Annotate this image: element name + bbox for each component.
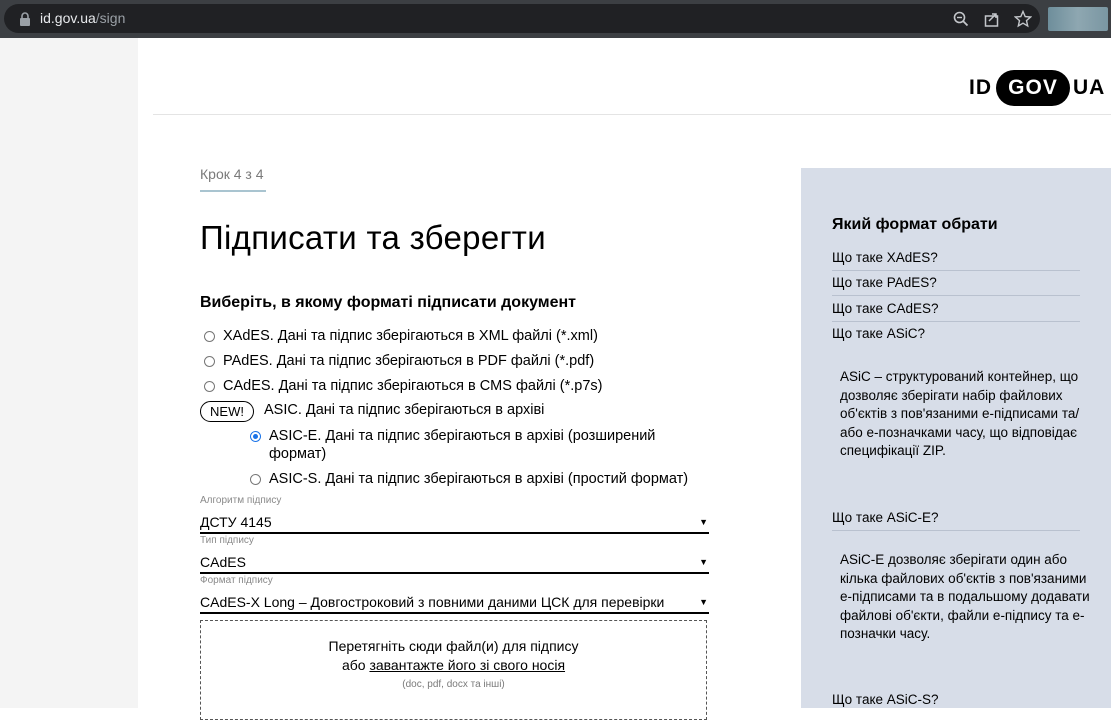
link-what-is-cades[interactable]: Що таке CAdES? (832, 301, 1080, 322)
algorithm-select[interactable]: ДСТУ 4145 ▼ (200, 512, 709, 534)
type-label: Тип підпису (200, 535, 254, 546)
step-indicator: Крок 4 з 4 (200, 166, 264, 182)
link-what-is-asic[interactable]: Що таке ASiC? (832, 326, 1080, 346)
option-asic-e[interactable]: ASIC-E. Дані та підпис зберігаються в ар… (250, 427, 670, 463)
option-asic-e-label: ASIC-E. Дані та підпис зберігаються в ар… (269, 428, 656, 462)
logo-ua-text: UA (1073, 76, 1106, 99)
dropzone-file-types-hint: (doc, pdf, docx та інші) (402, 679, 505, 690)
dropdown-arrow-icon: ▼ (699, 517, 708, 527)
dropdown-arrow-icon: ▼ (699, 557, 708, 567)
lock-icon[interactable] (19, 12, 31, 26)
link-what-is-pades[interactable]: Що таке PAdES? (832, 275, 1080, 296)
upload-from-device-link[interactable]: завантажте його зі свого носія (369, 657, 565, 673)
algorithm-value: ДСТУ 4145 (200, 514, 272, 530)
option-asic-s[interactable]: ASIC-S. Дані та підпис зберігаються в ар… (250, 470, 688, 488)
page-title: Підписати та зберегти (200, 219, 546, 256)
url-path: /sign (95, 10, 126, 26)
option-asic-s-label: ASIC-S. Дані та підпис зберігаються в ар… (269, 471, 689, 487)
option-cades[interactable]: CAdES. Дані та підпис зберігаються в CMS… (204, 377, 602, 395)
format-help-panel: Який формат обрати Що таке XAdES? Що так… (801, 168, 1111, 708)
url-host: id.gov.ua (40, 10, 96, 26)
option-xades-label: XAdES. Дані та підпис зберігаються в XML… (223, 328, 598, 344)
radio-xades[interactable] (204, 331, 215, 342)
option-xades[interactable]: XAdES. Дані та підпис зберігаються в XML… (204, 327, 598, 345)
file-dropzone[interactable]: Перетягніть сюди файл(и) для підпису або… (200, 620, 707, 720)
format-question: Виберіть, в якому форматі підписати доку… (200, 294, 577, 311)
option-cades-label: CAdES. Дані та підпис зберігаються в CMS… (223, 378, 603, 394)
link-what-is-asic-e[interactable]: Що таке ASiC-E? (832, 510, 1080, 531)
logo-gov-text: GOV (996, 70, 1070, 106)
dropzone-or: або (341, 657, 366, 673)
format-select[interactable]: CAdES-X Long – Довгостроковий з повними … (200, 592, 709, 614)
link-what-is-xades[interactable]: Що таке XAdES? (832, 250, 1080, 271)
zoom-icon[interactable] (952, 10, 970, 28)
format-value: CAdES-X Long – Довгостроковий з повними … (200, 594, 665, 610)
side-panel-title: Який формат обрати (832, 216, 998, 233)
header-divider (153, 114, 1111, 115)
left-gutter (0, 38, 138, 708)
radio-pades[interactable] (204, 356, 215, 367)
radio-cades[interactable] (204, 381, 215, 392)
share-icon[interactable] (983, 10, 1001, 28)
browser-toolbar: id.gov.ua/sign (0, 0, 1111, 38)
asic-group-label: ASIC. Дані та підпис зберігаються в архі… (264, 402, 545, 418)
asic-e-description: ASiC-E дозволяє зберігати один або кільк… (840, 552, 1090, 641)
bookmark-star-icon[interactable] (1014, 10, 1032, 28)
dropzone-upload-line: або завантажте його зі свого носія (201, 657, 706, 673)
dropzone-instruction: Перетягніть сюди файл(и) для підпису (328, 638, 579, 654)
radio-asic-s[interactable] (250, 474, 261, 485)
format-label: Формат підпису (200, 575, 273, 586)
option-pades-label: PAdES. Дані та підпис зберігаються в PDF… (223, 353, 595, 369)
option-pades[interactable]: PAdES. Дані та підпис зберігаються в PDF… (204, 352, 594, 370)
radio-asic-e[interactable] (250, 431, 261, 442)
url-text[interactable]: id.gov.ua/sign (40, 10, 125, 27)
new-badge: NEW! (200, 401, 254, 422)
algorithm-label: Алгоритм підпису (200, 495, 282, 506)
logo-id-text: ID (969, 76, 992, 99)
type-value: CAdES (200, 554, 246, 570)
type-select[interactable]: CAdES ▼ (200, 552, 709, 574)
step-progress-underline (200, 190, 266, 192)
profile-avatar[interactable] (1048, 7, 1108, 31)
link-what-is-asic-s[interactable]: Що таке ASiC-S? (832, 692, 1080, 712)
asic-description: ASiC – структурований контейнер, що дозв… (840, 369, 1080, 458)
address-bar[interactable]: id.gov.ua/sign (4, 4, 1040, 33)
dropdown-arrow-icon: ▼ (699, 597, 708, 607)
